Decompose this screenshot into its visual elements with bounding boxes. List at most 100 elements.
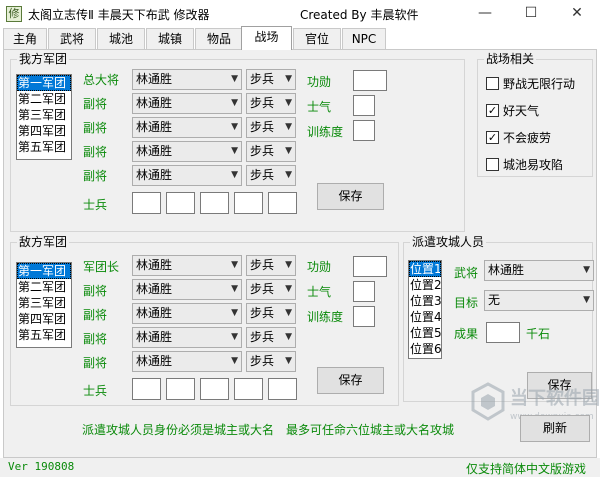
chevron-down-icon: ▼ [231, 170, 238, 180]
own-legion-list[interactable]: 第一军团 第二军团 第三军团 第四军团 第五军团 [16, 74, 72, 160]
general-value: 林通胜 [136, 306, 173, 320]
soldier-count-input[interactable] [166, 378, 195, 400]
list-item[interactable]: 位置4 [409, 309, 442, 325]
soldier-count-input[interactable] [166, 192, 195, 214]
general-select[interactable]: 林通胜 ▼ [132, 255, 242, 276]
general-value: 林通胜 [136, 120, 173, 134]
merit-input[interactable] [353, 256, 387, 277]
general-select[interactable]: 林通胜 ▼ [132, 93, 242, 114]
soldier-count-input[interactable] [132, 378, 161, 400]
checkbox-label: 野战无限行动 [503, 76, 576, 91]
list-item[interactable]: 第二军团 [17, 91, 71, 107]
general-value: 林通胜 [136, 258, 173, 272]
general-select[interactable]: 林通胜 ▼ [132, 351, 242, 372]
general-select[interactable]: 林通胜 ▼ [132, 279, 242, 300]
merit-input[interactable] [353, 70, 387, 91]
list-item[interactable]: 第三军团 [17, 107, 71, 123]
tab-npc[interactable]: NPC [342, 28, 386, 49]
siege-position-list[interactable]: 位置1 位置2 位置3 位置4 位置5 位置6 [408, 260, 442, 359]
soldier-count-input[interactable] [234, 192, 263, 214]
list-item[interactable]: 第一军团 [17, 75, 71, 91]
unit-type-select[interactable]: 步兵 ▼ [246, 351, 296, 372]
save-button[interactable]: 保存 [317, 367, 384, 394]
checkbox-label: 城池易攻陷 [503, 157, 564, 172]
general-select[interactable]: 林通胜 ▼ [132, 327, 242, 348]
soldier-count-input[interactable] [200, 378, 229, 400]
tab-castles[interactable]: 城池 [97, 28, 145, 49]
close-button[interactable]: ✕ [554, 0, 600, 27]
tab-items[interactable]: 物品 [195, 28, 243, 49]
watermark-brand: 当下软件园 [510, 388, 600, 409]
unit-type-select[interactable]: 步兵 ▼ [246, 303, 296, 324]
unit-type-select[interactable]: 步兵 ▼ [246, 327, 296, 348]
list-item[interactable]: 位置2 [409, 277, 442, 293]
general-select[interactable]: 林通胜 ▼ [132, 141, 242, 162]
morale-label: 士气 [307, 100, 332, 114]
no-fatigue-checkbox[interactable]: ✓ 不会疲劳 [486, 129, 551, 145]
general-select[interactable]: 林通胜 ▼ [132, 303, 242, 324]
unit-type-select[interactable]: 步兵 ▼ [246, 141, 296, 162]
chevron-down-icon: ▼ [285, 98, 292, 108]
training-label: 训练度 [307, 310, 344, 324]
checkbox-box[interactable] [486, 76, 499, 90]
general-value: 林通胜 [136, 282, 173, 296]
list-item[interactable]: 第四军团 [17, 123, 71, 139]
list-item[interactable]: 第二军团 [17, 279, 71, 295]
list-item[interactable]: 位置5 [409, 325, 442, 341]
checkmark-icon[interactable]: ✓ [486, 103, 499, 117]
soldier-count-input[interactable] [234, 378, 263, 400]
unit-type-value: 步兵 [250, 96, 275, 110]
enemy-army-group: 敌方军团 第一军团 第二军团 第三军团 第四军团 第五军团 军团长 林通胜 ▼ 步… [10, 235, 399, 406]
tab-ranks[interactable]: 官位 [293, 28, 341, 49]
soldier-count-input[interactable] [268, 378, 297, 400]
checkbox-box[interactable] [486, 157, 499, 171]
soldier-count-input[interactable] [268, 192, 297, 214]
morale-input[interactable] [353, 95, 375, 116]
general-select[interactable]: 林通胜 ▼ [132, 165, 242, 186]
checkmark-icon[interactable]: ✓ [486, 130, 499, 144]
list-item[interactable]: 位置1 [409, 261, 442, 277]
list-item[interactable]: 第三军团 [17, 295, 71, 311]
unit-type-select[interactable]: 步兵 ▼ [246, 117, 296, 138]
result-input[interactable] [486, 322, 520, 343]
general-select[interactable]: 林通胜 ▼ [132, 117, 242, 138]
target-select[interactable]: 无 ▼ [484, 290, 594, 311]
enemy-legion-list[interactable]: 第一军团 第二军团 第三军团 第四军团 第五军团 [16, 262, 72, 348]
tab-generals[interactable]: 武将 [48, 28, 96, 49]
general-select[interactable]: 林通胜 ▼ [132, 69, 242, 90]
unit-type-select[interactable]: 步兵 ▼ [246, 93, 296, 114]
chevron-down-icon: ▼ [231, 98, 238, 108]
window-title: 太阁立志传Ⅱ 丰晨天下布武 修改器 [28, 8, 210, 22]
siege-general-select[interactable]: 林通胜 ▼ [484, 260, 594, 281]
refresh-button[interactable]: 刷新 [520, 415, 590, 442]
list-item[interactable]: 第五军团 [17, 327, 71, 343]
easy-siege-checkbox[interactable]: 城池易攻陷 [486, 156, 563, 172]
unit-type-value: 步兵 [250, 306, 275, 320]
list-item[interactable]: 位置3 [409, 293, 442, 309]
maximize-button[interactable]: ☐ [508, 0, 554, 27]
chevron-down-icon: ▼ [285, 146, 292, 156]
chevron-down-icon: ▼ [285, 170, 292, 180]
training-input[interactable] [353, 306, 375, 327]
soldier-count-input[interactable] [132, 192, 161, 214]
unit-type-select[interactable]: 步兵 ▼ [246, 165, 296, 186]
save-button[interactable]: 保存 [317, 183, 384, 210]
unit-type-select[interactable]: 步兵 ▼ [246, 69, 296, 90]
good-weather-checkbox[interactable]: ✓ 好天气 [486, 102, 539, 118]
minimize-button[interactable]: — [462, 0, 508, 27]
list-item[interactable]: 第四军团 [17, 311, 71, 327]
tab-towns[interactable]: 城镇 [146, 28, 194, 49]
list-item[interactable]: 第一军团 [17, 263, 71, 279]
list-item[interactable]: 位置6 [409, 341, 442, 357]
unit-type-select[interactable]: 步兵 ▼ [246, 279, 296, 300]
tab-battlefield[interactable]: 战场 [241, 26, 292, 50]
unit-type-select[interactable]: 步兵 ▼ [246, 255, 296, 276]
tab-protagonist[interactable]: 主角 [3, 28, 47, 49]
soldier-count-input[interactable] [200, 192, 229, 214]
soldiers-label: 士兵 [83, 198, 108, 212]
training-input[interactable] [353, 120, 375, 141]
morale-input[interactable] [353, 281, 375, 302]
infinite-field-action-checkbox[interactable]: 野战无限行动 [486, 75, 575, 91]
general-value: 林通胜 [136, 144, 173, 158]
list-item[interactable]: 第五军团 [17, 139, 71, 155]
